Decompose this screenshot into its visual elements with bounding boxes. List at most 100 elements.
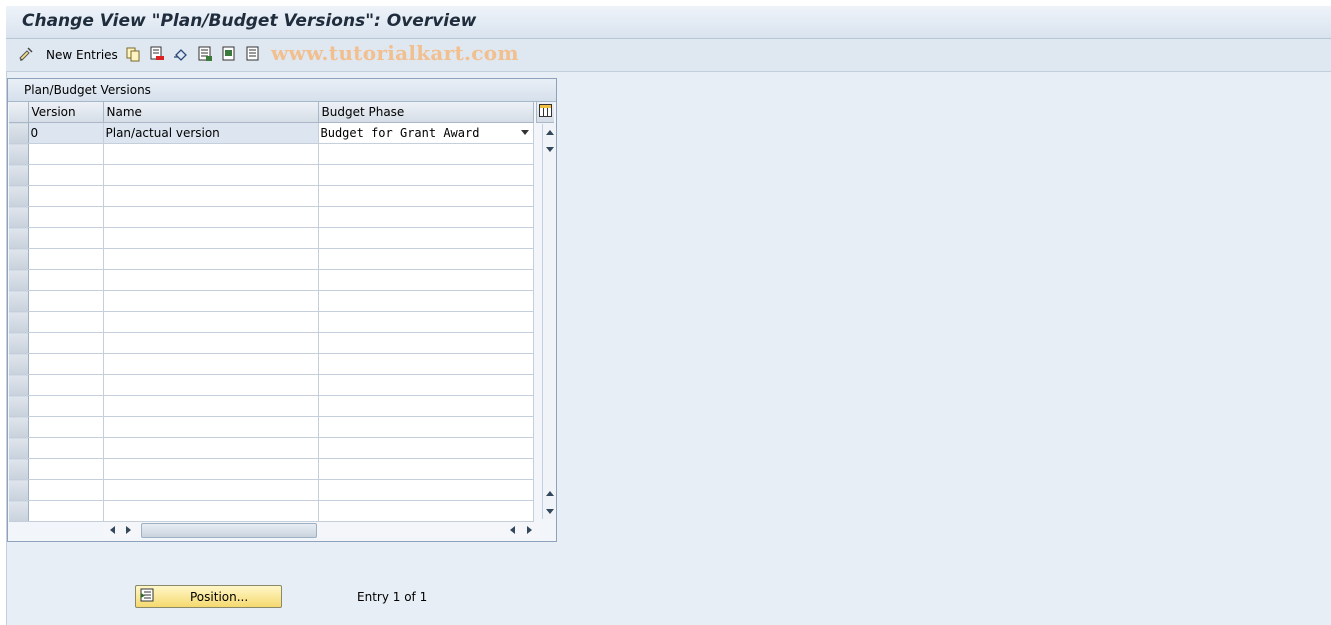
undo-change-button[interactable] [173, 46, 189, 64]
new-entries-button[interactable]: New Entries [46, 46, 118, 64]
select-all-rows-header[interactable] [9, 102, 29, 123]
budget-phase-cell[interactable] [318, 353, 534, 375]
row-selector[interactable] [9, 311, 29, 333]
version-cell[interactable] [28, 374, 104, 396]
scroll-left-end-button[interactable] [506, 522, 519, 538]
delete-button[interactable] [149, 46, 165, 64]
version-cell[interactable] [28, 458, 104, 480]
position-button[interactable]: Position... [135, 585, 282, 608]
name-cell[interactable] [103, 269, 319, 291]
row-selector[interactable] [9, 269, 29, 291]
version-cell[interactable] [28, 311, 104, 333]
name-cell[interactable] [103, 143, 319, 165]
version-cell[interactable] [28, 206, 104, 228]
name-cell[interactable] [103, 227, 319, 249]
row-selector[interactable] [9, 290, 29, 312]
budget-phase-cell[interactable] [318, 185, 534, 207]
version-cell[interactable] [28, 500, 104, 522]
version-cell[interactable] [28, 332, 104, 354]
row-selector[interactable] [9, 479, 29, 501]
row-selector[interactable] [9, 416, 29, 438]
budget-phase-cell[interactable] [318, 248, 534, 270]
version-cell[interactable] [28, 143, 104, 165]
name-cell[interactable] [103, 248, 319, 270]
version-cell[interactable] [28, 269, 104, 291]
name-cell[interactable] [103, 185, 319, 207]
version-cell[interactable] [28, 185, 104, 207]
row-selector[interactable] [9, 458, 29, 480]
scroll-page-down-button[interactable] [543, 503, 556, 519]
column-header-budget-phase[interactable]: Budget Phase [318, 102, 534, 123]
row-selector[interactable] [9, 227, 29, 249]
budget-phase-cell[interactable] [318, 290, 534, 312]
budget-phase-cell[interactable] [318, 458, 534, 480]
name-cell[interactable] [103, 437, 319, 459]
version-cell[interactable]: 0 [28, 122, 104, 144]
row-selector[interactable] [9, 395, 29, 417]
budget-phase-cell[interactable] [318, 374, 534, 396]
version-cell[interactable] [28, 395, 104, 417]
row-selector[interactable] [9, 206, 29, 228]
name-cell[interactable] [103, 353, 319, 375]
row-selector[interactable] [9, 143, 29, 165]
dropdown-arrow-icon[interactable] [520, 130, 529, 135]
budget-phase-cell[interactable] [318, 395, 534, 417]
display-change-button[interactable] [18, 46, 36, 64]
version-cell[interactable] [28, 479, 104, 501]
vertical-scrollbar[interactable] [542, 124, 556, 519]
budget-phase-cell[interactable] [318, 479, 534, 501]
version-cell[interactable] [28, 227, 104, 249]
row-selector[interactable] [9, 374, 29, 396]
column-header-version[interactable]: Version [28, 102, 104, 123]
budget-phase-dropdown[interactable]: Budget for Grant Award [318, 122, 534, 144]
budget-phase-cell[interactable] [318, 227, 534, 249]
budget-phase-cell[interactable] [318, 143, 534, 165]
scroll-page-up-button[interactable] [543, 485, 556, 501]
name-cell[interactable] [103, 479, 319, 501]
column-header-name[interactable]: Name [103, 102, 319, 123]
name-cell[interactable] [103, 290, 319, 312]
budget-phase-cell[interactable] [318, 332, 534, 354]
name-cell[interactable] [103, 164, 319, 186]
budget-phase-cell[interactable] [318, 206, 534, 228]
row-selector[interactable] [9, 500, 29, 522]
version-cell[interactable] [28, 416, 104, 438]
row-selector[interactable] [9, 332, 29, 354]
copy-as-button[interactable] [125, 46, 141, 64]
name-cell[interactable] [103, 374, 319, 396]
table-settings-button[interactable] [536, 102, 554, 123]
name-cell[interactable] [103, 206, 319, 228]
row-selector[interactable] [9, 164, 29, 186]
name-cell[interactable]: Plan/actual version [103, 122, 319, 144]
scroll-right-button[interactable] [122, 522, 135, 538]
name-cell[interactable] [103, 332, 319, 354]
row-selector[interactable] [9, 437, 29, 459]
budget-phase-cell[interactable] [318, 416, 534, 438]
name-cell[interactable] [103, 458, 319, 480]
horizontal-scrollbar[interactable] [104, 522, 540, 538]
row-selector[interactable] [9, 122, 29, 144]
version-cell[interactable] [28, 353, 104, 375]
version-cell[interactable] [28, 437, 104, 459]
name-cell[interactable] [103, 395, 319, 417]
row-selector[interactable] [9, 248, 29, 270]
version-cell[interactable] [28, 248, 104, 270]
name-cell[interactable] [103, 311, 319, 333]
budget-phase-cell[interactable] [318, 437, 534, 459]
budget-phase-cell[interactable] [318, 311, 534, 333]
row-selector[interactable] [9, 185, 29, 207]
scroll-down-button[interactable] [543, 141, 556, 157]
name-cell[interactable] [103, 500, 319, 522]
scroll-up-button[interactable] [543, 124, 556, 140]
deselect-all-button[interactable] [245, 46, 261, 64]
name-cell[interactable] [103, 416, 319, 438]
scroll-thumb[interactable] [141, 523, 317, 538]
select-block-button[interactable] [221, 46, 237, 64]
budget-phase-cell[interactable] [318, 269, 534, 291]
version-cell[interactable] [28, 290, 104, 312]
scroll-left-button[interactable] [106, 522, 119, 538]
budget-phase-cell[interactable] [318, 164, 534, 186]
row-selector[interactable] [9, 353, 29, 375]
select-all-button[interactable] [197, 46, 213, 64]
scroll-right-end-button[interactable] [523, 522, 536, 538]
